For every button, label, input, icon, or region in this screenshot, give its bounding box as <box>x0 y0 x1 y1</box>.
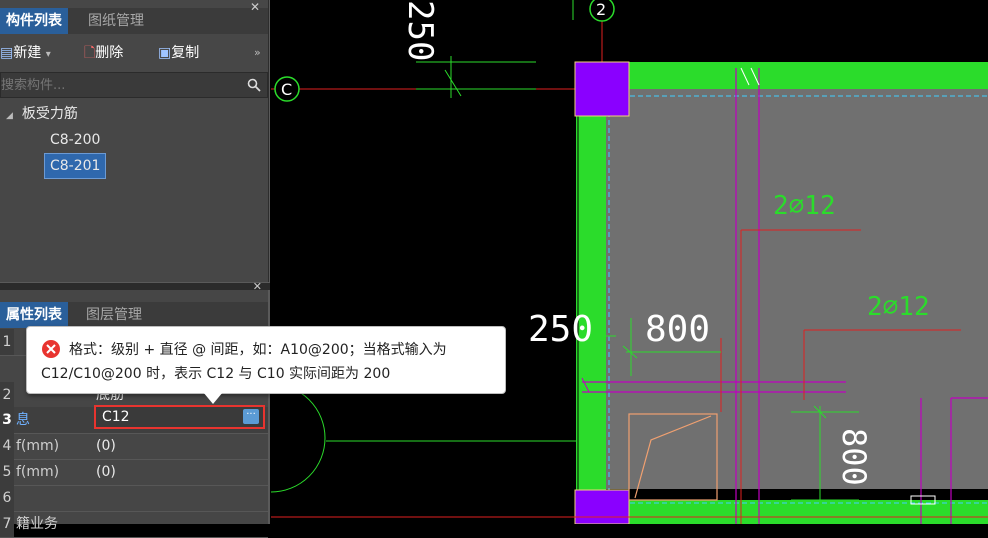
cad-canvas[interactable]: C 2 250 2⌀12 2⌀12 250 800 800 <box>271 0 988 524</box>
property-row[interactable]: 6 <box>0 485 268 512</box>
tooltip-line-2: C12/C10@200 时，表示 C12 与 C10 实际间距为 200 <box>41 366 391 382</box>
wall-left[interactable] <box>576 62 606 524</box>
dim-250-vertical: 250 <box>400 0 440 61</box>
tree-root[interactable]: ◢ 板受力筋 <box>6 102 78 126</box>
property-tabbar: 属性列表 图层管理 <box>0 302 268 328</box>
dropdown-icon[interactable]: ▾ <box>46 49 51 60</box>
component-list-panel: 构件列表 图纸管理 ✕ ▤新建 ▾ 🗋删除 ▣复制 » ◢ <box>0 0 269 282</box>
format-tooltip: 格式：级别 + 直径 @ 间距，如：A10@200；当格式输入为 C12/C10… <box>26 326 506 404</box>
tab-property-list[interactable]: 属性列表 <box>0 302 68 328</box>
search-icon[interactable] <box>247 78 261 92</box>
property-row[interactable]: 4 f(mm) (0) <box>0 433 268 460</box>
rebar-label[interactable]: 2⌀12 <box>867 292 930 322</box>
new-button[interactable]: ▤新建 ▾ <box>0 38 51 68</box>
new-icon: ▤ <box>0 45 14 61</box>
expand-icon[interactable]: ◢ <box>6 111 13 121</box>
component-search <box>0 72 268 98</box>
panel-divider[interactable]: ✕ <box>0 280 270 293</box>
copy-icon: ▣ <box>158 45 172 61</box>
tooltip-tail <box>203 392 223 404</box>
column[interactable] <box>574 61 630 117</box>
tab-layer-management[interactable]: 图层管理 <box>80 302 148 328</box>
tab-component-list[interactable]: 构件列表 <box>0 8 68 34</box>
tree-item[interactable]: C8-200 <box>50 128 100 152</box>
search-input[interactable] <box>1 73 237 97</box>
delete-button[interactable]: 🗋删除 <box>84 38 123 68</box>
tree-item-selected[interactable]: C8-201 <box>44 153 107 179</box>
rebar-info-field[interactable]: ··· <box>94 405 265 429</box>
component-toolbar: ▤新建 ▾ 🗋删除 ▣复制 » <box>0 38 268 68</box>
close-icon[interactable]: ✕ <box>250 0 260 14</box>
dim-250: 250 <box>528 309 593 350</box>
rebar-label[interactable]: 2⌀12 <box>773 191 836 221</box>
tooltip-line-1: 格式：级别 + 直径 @ 间距，如：A10@200；当格式输入为 <box>69 342 447 358</box>
more-tools-icon[interactable]: » <box>254 38 261 68</box>
dim-800-vertical: 800 <box>835 428 873 486</box>
tab-drawing-management[interactable]: 图纸管理 <box>82 8 150 34</box>
rebar-info-input[interactable] <box>102 407 232 427</box>
slab-area[interactable] <box>606 89 988 489</box>
left-panels: 构件列表 图纸管理 ✕ ▤新建 ▾ 🗋删除 ▣复制 » ◢ <box>0 0 270 538</box>
component-tabbar: 构件列表 图纸管理 ✕ <box>0 0 268 34</box>
column[interactable] <box>574 489 630 524</box>
error-icon <box>42 340 60 358</box>
property-row[interactable]: 5 f(mm) (0) <box>0 459 268 486</box>
axis-2-label: 2 <box>596 0 606 19</box>
copy-button[interactable]: ▣复制 <box>158 38 199 68</box>
wall-top[interactable] <box>576 62 988 89</box>
more-icon[interactable]: ··· <box>243 409 259 424</box>
dim-800: 800 <box>645 309 710 350</box>
property-row[interactable]: 7 籍业务 <box>0 511 268 538</box>
axis-c-label: C <box>281 80 292 99</box>
delete-icon: 🗋 <box>84 45 96 61</box>
